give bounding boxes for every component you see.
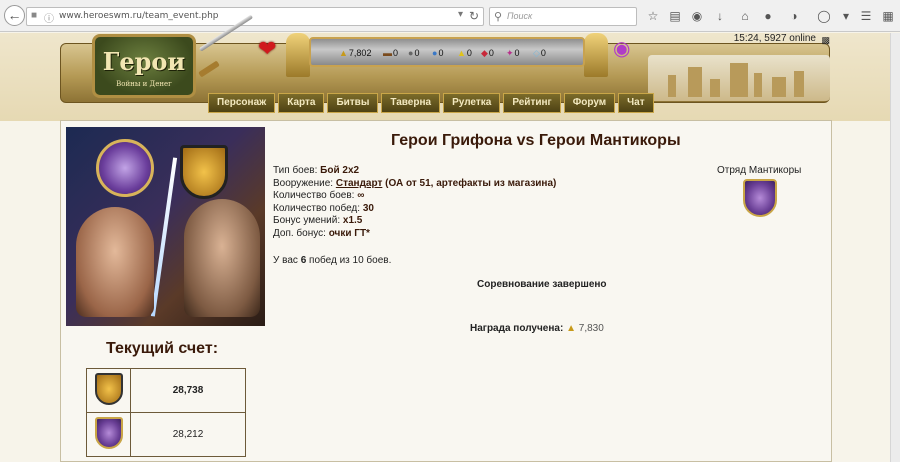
extra-bonus: очки ГТ* (328, 227, 370, 239)
search-placeholder: Поиск (507, 11, 533, 21)
browser-toolbar: ← ■ ⓘ www.heroeswm.ru/team_event.php ▾ ↻… (0, 0, 900, 32)
manticore-crest-icon (743, 179, 777, 217)
event-artwork (66, 127, 265, 326)
game-logo[interactable]: Герои Войны и Денег (92, 34, 196, 98)
mercury-resource: ●0 (432, 48, 444, 58)
reward-line: Награда получена: ▲ 7,830 (470, 323, 604, 334)
back-button[interactable]: ← (4, 5, 25, 26)
manticore-crest-icon (94, 417, 123, 449)
score-table: 28,738 28,212 (86, 368, 246, 457)
info-icon[interactable]: ⓘ (44, 10, 54, 25)
menu-icon[interactable]: ☰ (858, 8, 874, 24)
menu-map[interactable]: Карта (278, 93, 325, 113)
battle-type: Бой 2x2 (320, 165, 360, 176)
ore-resource: ●0 (408, 48, 420, 58)
hero-portrait-right (184, 199, 260, 317)
ornament-left (286, 33, 310, 77)
menu-forum[interactable]: Форум (563, 93, 616, 113)
city-image (648, 55, 830, 101)
wood-icon: ▬ (383, 48, 392, 58)
event-title: Герои Грифона vs Герои Мантикоры (391, 132, 681, 149)
game-header: Герои Войны и Денег ❤ ▲7,802 ▬0 ●0 ●0 ▲0… (0, 14, 900, 121)
sidebar-icon[interactable]: ▦ (880, 8, 896, 24)
logo-subtitle: Войны и Денег (116, 80, 172, 88)
menu-tavern[interactable]: Таверна (381, 93, 441, 113)
gold-resource: ▲7,802 (339, 48, 372, 58)
wins-count: 30 (362, 202, 374, 214)
score-value: 28,212 (130, 412, 246, 457)
wins-summary: У вас 6 побед из 10 боев. (273, 255, 392, 266)
url-text: www.heroeswm.ru/team_event.php (59, 11, 219, 21)
extension-icon[interactable]: ◯ (816, 8, 832, 24)
page-icon: ■ (31, 10, 38, 21)
battles-count: ∞ (357, 190, 365, 202)
pocket-icon[interactable]: ◉ (689, 8, 705, 24)
hero-portrait-left (76, 207, 154, 317)
reload-icon[interactable]: ↻ (469, 9, 479, 23)
menu-chat[interactable]: Чат (618, 93, 654, 113)
gems-icon: ✦ (506, 48, 514, 58)
search-input[interactable]: ⚲ Поиск (489, 7, 637, 26)
home-icon[interactable]: ⌂ (737, 8, 753, 24)
menu-rating[interactable]: Рейтинг (503, 93, 561, 113)
crystal-resource: ◆0 (481, 48, 494, 58)
scrollbar[interactable] (890, 33, 900, 462)
mercury-icon: ● (432, 48, 438, 58)
crystal-icon: ◆ (481, 48, 488, 58)
score-title: Текущий счет: (106, 340, 219, 357)
main-menu: Персонаж Карта Битвы Таверна Рулетка Рей… (208, 93, 654, 113)
diamond-resource: ◇0 (533, 48, 546, 58)
ornament-right (584, 33, 608, 77)
griffin-crest-icon (94, 373, 123, 405)
logo-title: Герои (102, 47, 186, 76)
chevron-down-icon[interactable]: ▾ (458, 9, 463, 20)
address-bar[interactable]: ■ ⓘ www.heroeswm.ru/team_event.php ▾ ↻ (26, 7, 484, 26)
ore-icon: ● (408, 48, 414, 58)
online-icon: ▩ (821, 35, 830, 45)
reward-value: 7,830 (578, 323, 604, 334)
skill-bonus: x1.5 (342, 215, 363, 227)
chevron-down-icon[interactable]: ▾ (838, 8, 854, 24)
event-info: Тип боев: Бой 2x2 Вооружение: Стандарт (… (273, 165, 557, 239)
manticore-crest-image (180, 145, 228, 199)
table-row: 28,738 (86, 368, 246, 413)
wins-value: 6 (300, 255, 307, 266)
score-value: 28,738 (130, 368, 246, 413)
menu-roulette[interactable]: Рулетка (443, 93, 501, 113)
lightning-image (150, 157, 178, 317)
clock-online: 15:24, 5927 online (733, 33, 816, 44)
event-content: Герои Грифона vs Герои Мантикоры Тип бое… (60, 120, 832, 462)
reading-list-icon[interactable]: ▤ (667, 8, 683, 24)
event-status: Соревнование завершено (477, 279, 607, 290)
bookmark-star-icon[interactable]: ☆ (645, 8, 661, 24)
table-row: 28,212 (86, 412, 246, 457)
squad-label: Отряд Мантикоры (717, 165, 802, 176)
sulfur-resource: ▲0 (457, 48, 472, 58)
translate-icon[interactable]: ◑ (786, 8, 802, 24)
wood-resource: ▬0 (383, 48, 399, 58)
sulfur-icon: ▲ (457, 48, 466, 58)
menu-battles[interactable]: Битвы (327, 93, 379, 113)
armament-link[interactable]: Стандарт (336, 178, 383, 189)
chat-icon[interactable]: ● (760, 8, 776, 24)
download-icon[interactable]: ↓ (712, 8, 728, 24)
heart-icon[interactable]: ❤ (258, 38, 276, 60)
diamond-icon: ◇ (533, 48, 540, 58)
armament-note: (ОА от 51, артефакты из магазина) (385, 177, 557, 189)
search-icon: ⚲ (494, 11, 503, 23)
gold-icon: ▲ (339, 48, 348, 58)
resource-panel: ▲7,802 ▬0 ●0 ●0 ▲0 ◆0 ✦0 ◇0 (309, 37, 585, 67)
menu-character[interactable]: Персонаж (208, 93, 276, 113)
griffin-crest-image (96, 139, 154, 197)
gems-resource: ✦0 (506, 48, 520, 58)
gold-icon: ▲ (566, 323, 576, 334)
potion-icon[interactable]: ◉ (613, 39, 630, 59)
